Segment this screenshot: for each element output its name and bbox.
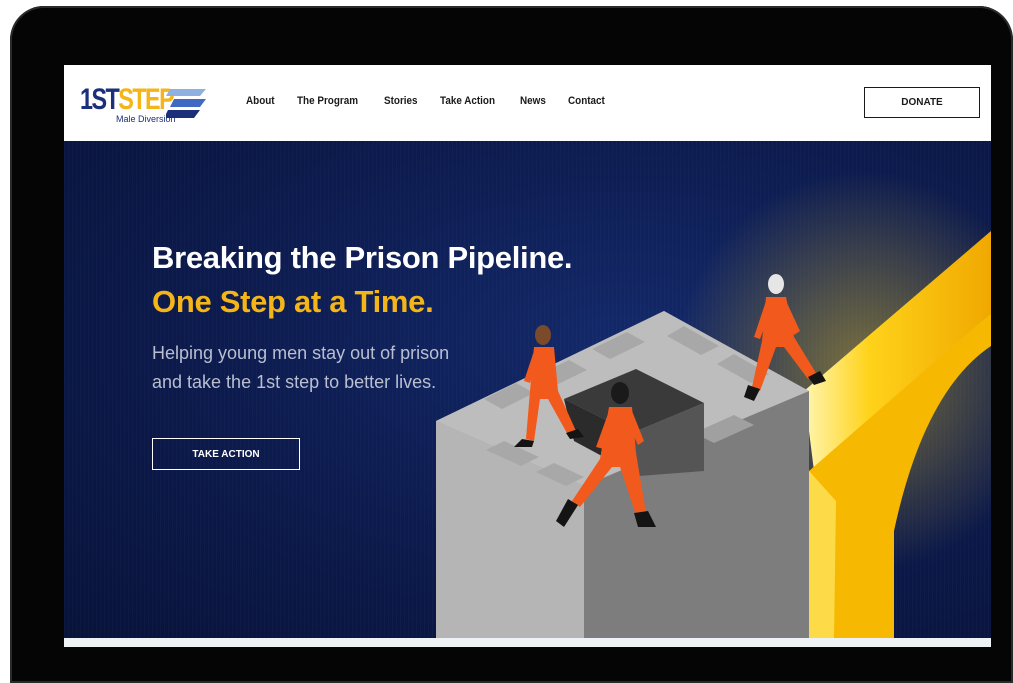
main-nav: About The Program Stories Take Action Ne…	[246, 95, 609, 107]
donate-button[interactable]: DONATE	[864, 87, 980, 118]
browser-screen: 1STSTEP Male Diversion About The Program…	[64, 65, 991, 647]
hero-section: Breaking the Prison Pipeline. One Step a…	[64, 141, 991, 638]
logo-subtitle: Male Diversion	[116, 114, 176, 124]
site-logo[interactable]: 1STSTEP Male Diversion	[80, 83, 212, 127]
nav-the-program[interactable]: The Program	[297, 95, 358, 107]
hero-headline-line1: Breaking the Prison Pipeline.	[152, 239, 573, 275]
logo-wordmark: 1STSTEP	[80, 83, 175, 116]
hero-headline-line2: One Step at a Time.	[152, 283, 434, 319]
nav-about[interactable]: About	[246, 95, 275, 107]
site-header: 1STSTEP Male Diversion About The Program…	[64, 65, 991, 141]
hero-subtext: Helping young men stay out of prison and…	[152, 343, 450, 392]
nav-take-action[interactable]: Take Action	[440, 95, 495, 107]
page-bottom-strip	[64, 638, 991, 647]
device-frame: 1STSTEP Male Diversion About The Program…	[10, 6, 1013, 683]
nav-contact[interactable]: Contact	[568, 95, 605, 107]
take-action-button[interactable]: TAKE ACTION	[152, 438, 300, 470]
nav-news[interactable]: News	[520, 95, 546, 107]
nav-stories[interactable]: Stories	[384, 95, 418, 107]
